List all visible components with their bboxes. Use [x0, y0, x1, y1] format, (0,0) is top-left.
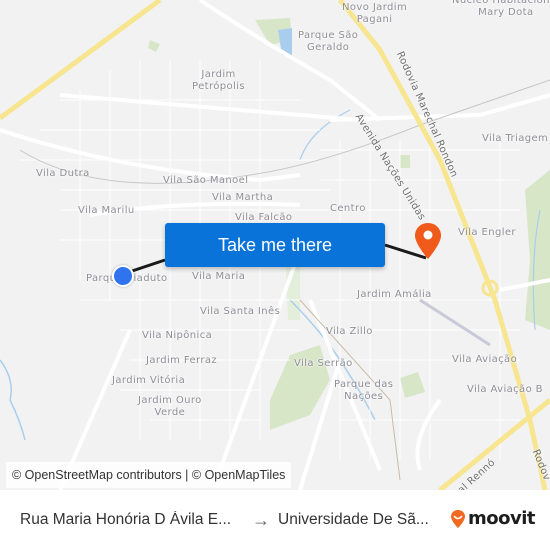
map-label-vila-aviacao: Vila Aviação	[452, 354, 518, 365]
map-label-novo-jardim-pagani: Novo Jardim Pagani	[342, 2, 407, 26]
map-label-vila-zillo: Vila Zillo	[326, 326, 373, 337]
map-label-vila-triagem: Vila Triagem	[482, 133, 549, 144]
moovit-logo[interactable]: moovit	[450, 508, 536, 529]
label-line: Verde	[154, 407, 186, 418]
moovit-pin-icon	[451, 509, 465, 528]
origin-name: Rua Maria Honória D Ávila E...	[20, 511, 232, 528]
map-label-parque-das-nacoes: Parque das Nações	[334, 379, 393, 403]
brand-name: moovit	[468, 508, 536, 529]
map-label-vila-marilu: Vila Marilu	[78, 205, 135, 216]
label-line: Parque das	[334, 379, 394, 390]
map-label-vila-maria: Vila Maria	[192, 271, 246, 282]
label-line: Geraldo	[307, 42, 350, 53]
destination-pin-icon[interactable]	[414, 222, 442, 260]
river	[0, 359, 26, 441]
park-area	[400, 372, 425, 398]
map-label-vila-engler: Vila Engler	[458, 227, 516, 238]
label-line: Petrópolis	[192, 81, 245, 92]
arrow-right-icon: →	[252, 509, 270, 530]
map-label-vila-santa-ines: Vila Santa Inês	[200, 306, 281, 317]
label-line: Parque São	[298, 30, 359, 41]
map-label-nucleo-mary-dota: Núcleo Habitacional Mary Dota	[452, 0, 550, 19]
map-label-jardim-ouro-verde: Jardim Ouro Verde	[138, 395, 202, 419]
map-label-jardim-ferraz: Jardim Ferraz	[146, 355, 218, 366]
label-line: Jardim	[201, 69, 236, 80]
map-label-vila-sao-manoel: Vila São Manoel	[163, 175, 249, 186]
label-line: Nações	[344, 391, 384, 402]
map-label-vila-aviacao-b: Vila Aviação B	[467, 384, 543, 395]
destination-name: Universidade De Sã...	[278, 511, 429, 528]
map-label-vila-martha: Vila Martha	[212, 192, 274, 203]
label-line: Mary Dota	[478, 7, 534, 18]
map-label-centro: Centro	[330, 203, 366, 214]
map-label-jardim-vitoria: Jardim Vitória	[112, 375, 186, 386]
map-label-vila-niponica: Vila Nipônica	[142, 330, 213, 341]
origin-marker[interactable]	[112, 265, 134, 287]
map-attribution[interactable]: © OpenStreetMap contributors | © OpenMap…	[6, 462, 292, 488]
park-area	[525, 170, 550, 330]
label-line: Pagani	[356, 14, 393, 25]
label-line: Novo Jardim	[342, 2, 408, 13]
park-area	[148, 40, 160, 52]
railway	[19, 79, 550, 184]
map-label-jardim-petropolis: Jardim Petrópolis	[192, 69, 245, 93]
label-line: Núcleo Habitacional	[452, 0, 550, 6]
map-label-parque-sao-geraldo: Parque São Geraldo	[298, 30, 358, 54]
map-label-jardim-amalia: Jardim Amália	[357, 289, 432, 300]
map-label-vila-serrao: Vila Serrão	[294, 358, 353, 369]
map-label-vila-dutra: Vila Dutra	[36, 168, 90, 179]
label-line: Jardim Ouro	[138, 395, 202, 406]
take-me-there-button[interactable]: Take me there	[165, 223, 385, 267]
park-area	[400, 155, 410, 168]
map-canvas[interactable]: Novo Jardim Pagani Núcleo Habitacional Mar…	[0, 0, 550, 490]
